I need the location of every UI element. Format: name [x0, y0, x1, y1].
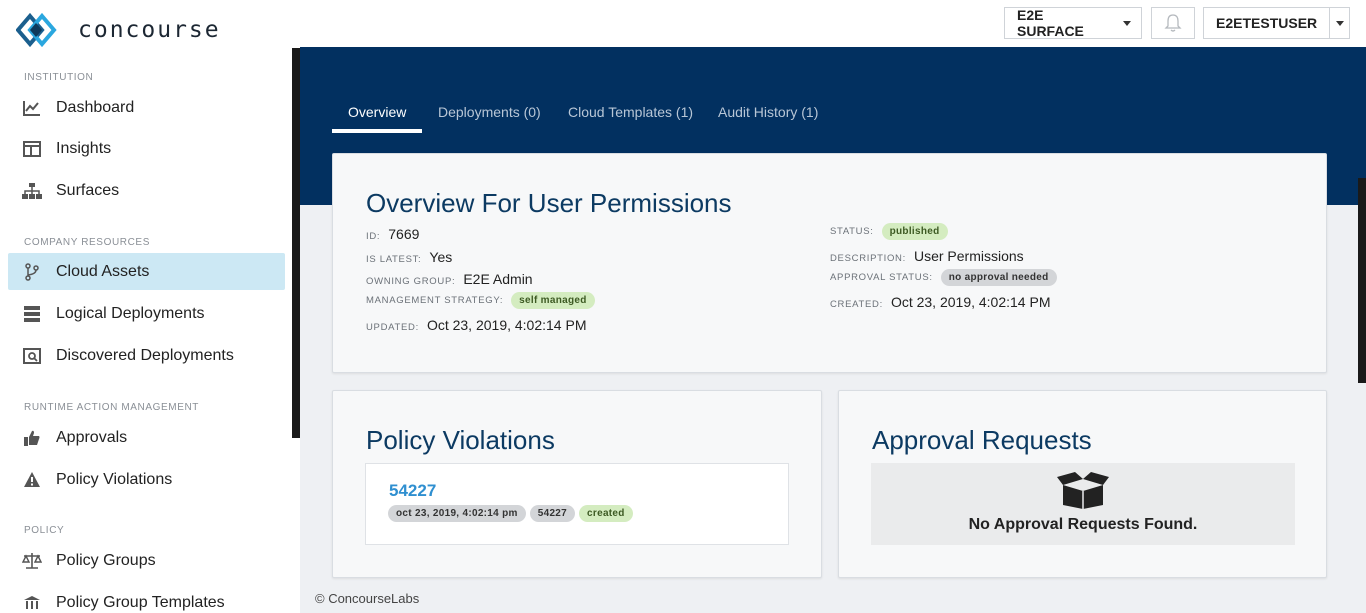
sidebar-section-title: COMPANY RESOURCES [24, 237, 150, 248]
sidebar-item-label: Policy Violations [56, 470, 173, 488]
concourse-logo[interactable]: concourse [16, 12, 221, 48]
sidebar-section-title: INSTITUTION [24, 72, 94, 83]
field-description: DESCRIPTION: User Permissions [830, 248, 1024, 264]
user-menu-toggle[interactable] [1329, 8, 1349, 38]
management-strategy-badge: self managed [511, 292, 595, 309]
field-key: DESCRIPTION: [830, 253, 906, 264]
list-item[interactable]: 54227 oct 23, 2019, 4:02:14 pm 54227 cre… [365, 463, 789, 545]
field-key: ID: [366, 231, 381, 242]
sidebar-item-insights[interactable]: Insights [8, 130, 285, 167]
overview-title: Overview For User Permissions [366, 188, 732, 218]
sidebar-section-title: POLICY [24, 525, 65, 536]
sidebar-item-policy-violations[interactable]: Policy Violations [8, 461, 285, 498]
sidebar-item-label: Logical Deployments [56, 304, 205, 322]
field-value: Oct 23, 2019, 4:02:14 PM [426, 317, 587, 333]
field-key: APPROVAL STATUS: [830, 272, 933, 283]
surface-selector[interactable]: E2E SURFACE [1004, 7, 1142, 39]
field-updated: UPDATED: Oct 23, 2019, 4:02:14 PM [366, 317, 586, 333]
field-key: MANAGEMENT STRATEGY: [366, 295, 504, 306]
field-is-latest: IS LATEST: Yes [366, 249, 452, 265]
sidebar-item-label: Approvals [56, 428, 128, 446]
sidebar-item-label: Cloud Assets [56, 262, 150, 280]
field-value: E2E Admin [463, 271, 533, 287]
state-badge: created [579, 505, 633, 522]
field-key: STATUS: [830, 226, 874, 237]
field-owning-group: OWNING GROUP: E2E Admin [366, 271, 533, 287]
sidebar-item-dashboard[interactable]: Dashboard [8, 89, 285, 126]
footer: © ConcourseLabs [300, 583, 1366, 613]
field-value: Yes [429, 249, 453, 265]
active-tab-indicator [332, 129, 422, 133]
user-menu-label: E2ETESTUSER [1216, 15, 1318, 31]
sidebar-item-approvals[interactable]: Approvals [8, 419, 285, 456]
sidebar-item-label: Surfaces [56, 181, 120, 199]
sidebar-item-label: Policy Groups [56, 551, 156, 569]
field-value: 7669 [388, 226, 420, 242]
chevron-down-icon [1123, 20, 1131, 26]
field-approval-status: APPROVAL STATUS: no approval needed [830, 269, 1057, 286]
surface-selector-label: E2E SURFACE [1017, 7, 1084, 39]
field-status: STATUS: published [830, 223, 948, 240]
field-key: OWNING GROUP: [366, 276, 456, 287]
sidebar-item-label: Insights [56, 139, 112, 157]
sidebar-item-policy-group-templates[interactable]: Policy Group Templates [8, 584, 285, 613]
server-icon [22, 304, 42, 324]
field-created: CREATED: Oct 23, 2019, 4:02:14 PM [830, 294, 1050, 310]
policy-violation-link[interactable]: 54227 [389, 481, 436, 501]
sidebar-item-policy-groups[interactable]: Policy Groups [8, 542, 285, 579]
columns-icon [22, 139, 42, 159]
top-header: concourse E2E SURFACE E2ETESTUSER [0, 0, 1366, 48]
sidebar-scrollbar[interactable] [292, 48, 300, 438]
approval-requests-card: Approval Requests No Approval Requests F… [838, 390, 1327, 578]
field-key: IS LATEST: [366, 254, 422, 265]
status-badge: published [881, 223, 948, 240]
page-scrollbar[interactable] [1358, 178, 1366, 383]
sidebar: INSTITUTION Dashboard Insights Surfaces … [0, 47, 300, 613]
user-menu-button[interactable]: E2ETESTUSER [1203, 7, 1350, 39]
brand-name: concourse [78, 17, 221, 43]
open-box-icon [1057, 472, 1109, 509]
field-value: Oct 23, 2019, 4:02:14 PM [890, 294, 1051, 310]
sidebar-item-cloud-assets[interactable]: Cloud Assets [8, 253, 285, 290]
field-value: User Permissions [913, 248, 1024, 264]
git-branch-icon [22, 262, 42, 282]
bell-icon [1164, 14, 1182, 32]
date-badge: oct 23, 2019, 4:02:14 pm [388, 505, 526, 522]
tab-audit-history[interactable]: Audit History (1) [718, 104, 818, 120]
id-badge: 54227 [529, 505, 576, 522]
concourse-logo-icon [16, 12, 57, 48]
field-management-strategy: MANAGEMENT STRATEGY: self managed [366, 292, 595, 309]
sitemap-icon [22, 181, 42, 201]
empty-state-text: No Approval Requests Found. [968, 516, 1198, 533]
policy-violation-tags: oct 23, 2019, 4:02:14 pm 54227 created [388, 505, 633, 522]
sidebar-section-title: RUNTIME ACTION MANAGEMENT [24, 402, 200, 413]
sidebar-item-surfaces[interactable]: Surfaces [8, 172, 285, 209]
tab-cloud-templates[interactable]: Cloud Templates (1) [568, 104, 693, 120]
search-list-icon [22, 346, 42, 366]
approval-requests-title: Approval Requests [872, 425, 1092, 455]
sidebar-item-label: Dashboard [56, 98, 135, 116]
field-id: ID: 7669 [366, 226, 419, 242]
warning-icon [22, 470, 42, 490]
sidebar-item-discovered-deployments[interactable]: Discovered Deployments [8, 337, 285, 374]
policy-violations-card: Policy Violations 54227 oct 23, 2019, 4:… [332, 390, 822, 578]
field-key: CREATED: [830, 299, 883, 310]
empty-state: No Approval Requests Found. [871, 463, 1295, 545]
overview-card: Overview For User Permissions ID: 7669 I… [332, 153, 1327, 373]
sidebar-item-label: Policy Group Templates [56, 593, 225, 611]
chart-line-icon [22, 98, 42, 118]
policy-violations-title: Policy Violations [366, 425, 555, 455]
field-key: UPDATED: [366, 322, 419, 333]
notifications-button[interactable] [1151, 7, 1195, 39]
scale-icon [22, 551, 42, 571]
sidebar-item-label: Discovered Deployments [56, 346, 234, 364]
thumbs-up-icon [22, 428, 42, 448]
institution-icon [22, 593, 42, 613]
tab-overview[interactable]: Overview [348, 104, 406, 120]
chevron-down-icon [1335, 20, 1344, 26]
footer-text: © ConcourseLabs [315, 591, 420, 606]
tab-deployments[interactable]: Deployments (0) [438, 104, 541, 120]
approval-status-badge: no approval needed [940, 269, 1057, 286]
sidebar-item-logical-deployments[interactable]: Logical Deployments [8, 295, 285, 332]
